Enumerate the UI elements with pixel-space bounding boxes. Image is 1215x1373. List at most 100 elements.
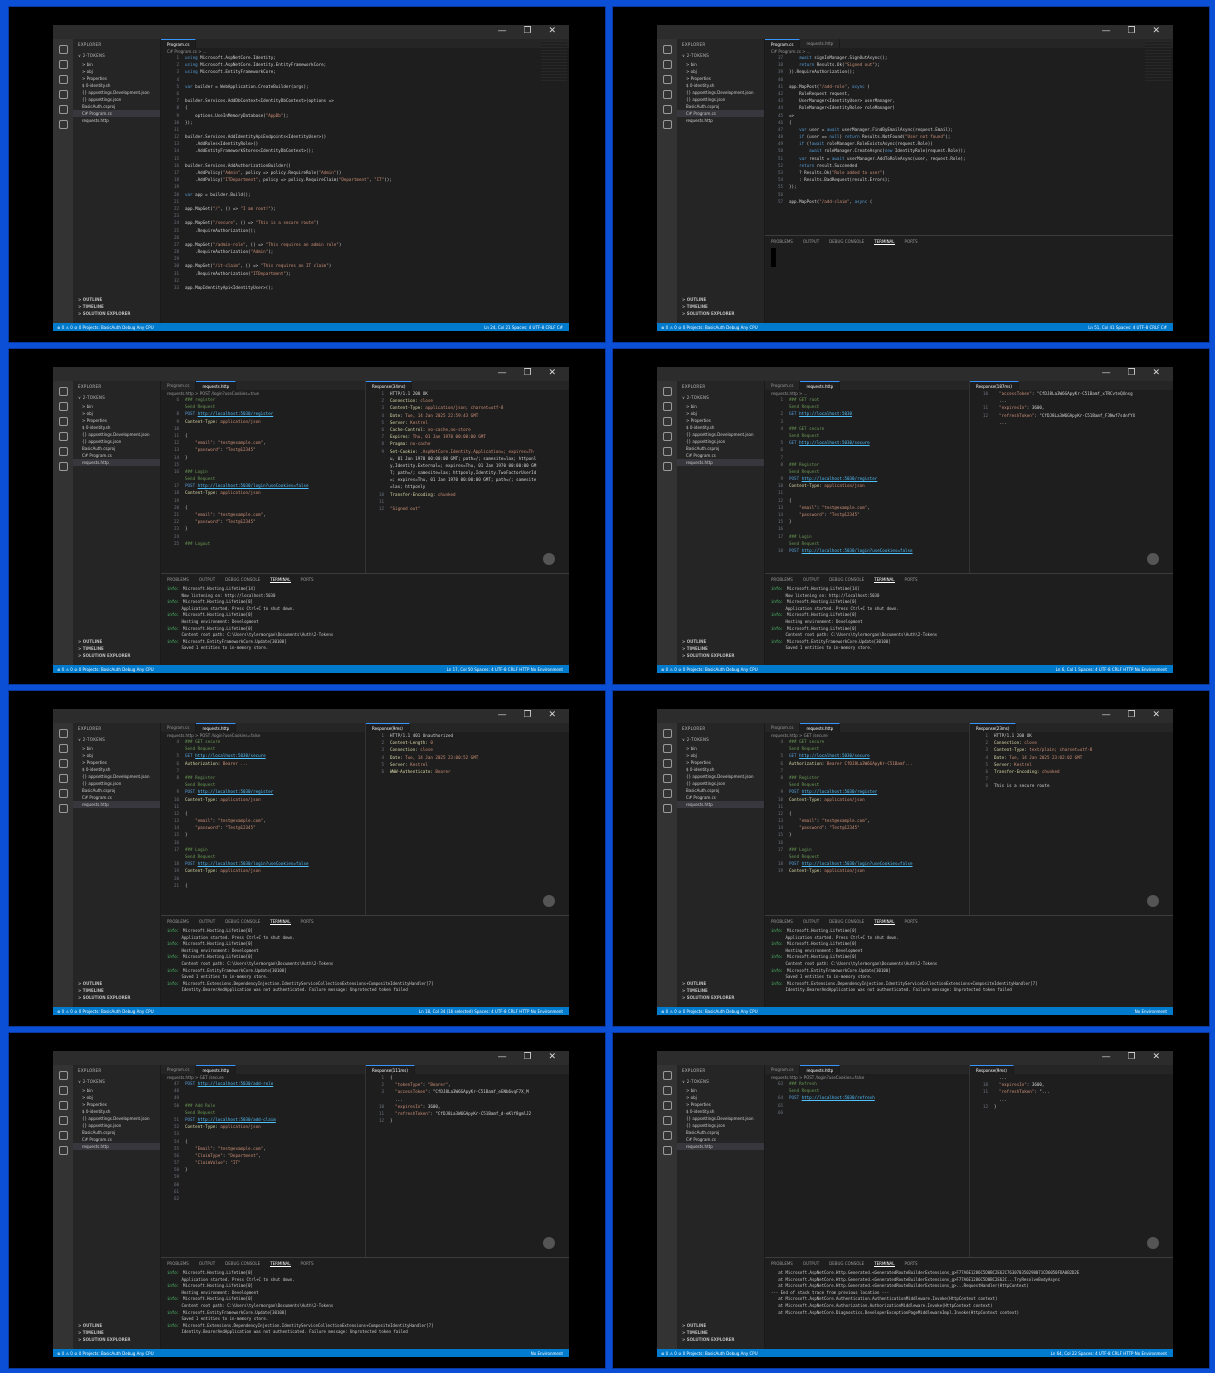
explorer-item[interactable]: $ 0-identity.sh (677, 424, 764, 431)
explorer-item[interactable]: {} appsettings.json (73, 780, 160, 787)
explorer-item[interactable]: {} appsettings.Development.json (73, 431, 160, 438)
source-control-icon[interactable] (662, 75, 672, 84)
explorer-item[interactable]: > obj (677, 68, 764, 75)
explorer-item[interactable]: $ 0-identity.sh (73, 1108, 160, 1115)
sidebar-section[interactable]: > SOLUTION EXPLORER (73, 1336, 160, 1343)
editor-tab[interactable]: Response(34ms) (366, 381, 413, 390)
panel-tab[interactable]: PORTS (301, 919, 314, 925)
explorer-item[interactable]: > bin (73, 1087, 160, 1094)
editor-tab[interactable]: Program.cs (161, 1065, 197, 1074)
panel-tab[interactable]: PROBLEMS (771, 1261, 793, 1267)
status-right[interactable]: Ln 17, Col 50 Spaces: 4 UTF-8 CRLF HTTP … (447, 667, 563, 672)
explorer-item[interactable]: requests.http (677, 801, 764, 808)
source-control-icon[interactable] (662, 759, 672, 768)
extensions-icon[interactable] (662, 447, 672, 456)
source-control-icon[interactable] (58, 417, 68, 426)
explorer-item[interactable]: {} appsettings.Development.json (677, 89, 764, 96)
explorer-item[interactable]: $ 0-identity.sh (677, 1108, 764, 1115)
testing-icon[interactable] (58, 1146, 68, 1155)
testing-icon[interactable] (662, 120, 672, 129)
minimap[interactable] (541, 41, 567, 81)
explorer-item[interactable]: requests.http (677, 117, 764, 124)
explorer-item[interactable]: > obj (73, 68, 160, 75)
terminal[interactable]: info: Microsoft.Hosting.Lifetime[0] Appli… (161, 1270, 569, 1336)
explorer-item[interactable]: > Properties (73, 759, 160, 766)
explorer-item[interactable]: > Properties (73, 417, 160, 424)
explorer-item[interactable]: C# Program.cs (73, 794, 160, 801)
sidebar-section[interactable]: > TIMELINE (73, 987, 160, 994)
explorer-item[interactable]: requests.http (73, 801, 160, 808)
files-icon[interactable] (662, 387, 672, 396)
window-controls[interactable]: — ❐ ✕ (1102, 26, 1167, 36)
sidebar-section[interactable]: > OUTLINE (73, 638, 160, 645)
extensions-icon[interactable] (58, 447, 68, 456)
panel-tab[interactable]: PROBLEMS (167, 919, 189, 925)
scroll-top-button[interactable] (1147, 553, 1159, 565)
panel-tab[interactable]: DEBUG CONSOLE (225, 919, 260, 925)
run-debug-icon[interactable] (58, 90, 68, 99)
panel-tab[interactable]: PORTS (301, 1261, 314, 1267)
explorer-item[interactable]: BasicAuth.csproj (73, 445, 160, 452)
sidebar-section[interactable]: > TIMELINE (677, 645, 764, 652)
explorer-item[interactable]: {} appsettings.json (73, 96, 160, 103)
editor-tab[interactable]: requests.http (800, 39, 841, 48)
source-control-icon[interactable] (662, 417, 672, 426)
explorer-item[interactable]: {} appsettings.Development.json (677, 1115, 764, 1122)
panel-tab[interactable]: PORTS (905, 919, 918, 925)
extensions-icon[interactable] (662, 105, 672, 114)
explorer-item[interactable]: {} appsettings.Development.json (677, 773, 764, 780)
explorer-item[interactable]: {} appsettings.json (677, 1122, 764, 1129)
explorer-item[interactable]: C# Program.cs (73, 452, 160, 459)
scroll-top-button[interactable] (543, 1237, 555, 1249)
explorer-item[interactable]: > bin (677, 745, 764, 752)
explorer-item[interactable]: requests.http (73, 459, 160, 466)
explorer-item[interactable]: C# Program.cs (677, 452, 764, 459)
sidebar-section[interactable]: > SOLUTION EXPLORER (677, 1336, 764, 1343)
panel-tab[interactable]: PORTS (301, 577, 314, 583)
panel-tab[interactable]: OUTPUT (199, 919, 215, 925)
sidebar-section[interactable]: > SOLUTION EXPLORER (73, 310, 160, 317)
project-root[interactable]: ∨ 2-TOKENS (677, 50, 764, 61)
explorer-item[interactable]: $ 0-identity.sh (73, 82, 160, 89)
sidebar-section[interactable]: > TIMELINE (73, 303, 160, 310)
explorer-item[interactable]: {} appsettings.json (677, 96, 764, 103)
extensions-icon[interactable] (58, 105, 68, 114)
scroll-top-button[interactable] (1147, 1237, 1159, 1249)
explorer-item[interactable]: {} appsettings.json (677, 438, 764, 445)
terminal[interactable]: at Microsoft.AspNetCore.Http.Generated.<… (765, 1270, 1173, 1316)
explorer-item[interactable]: {} appsettings.Development.json (73, 773, 160, 780)
explorer-item[interactable]: > obj (677, 752, 764, 759)
status-right[interactable]: Ln 64, Col 22 Spaces: 4 UTF-8 CRLF HTTP … (1051, 1351, 1167, 1356)
explorer-item[interactable]: BasicAuth.csproj (677, 445, 764, 452)
explorer-item[interactable]: > obj (677, 410, 764, 417)
project-root[interactable]: ∨ 2-TOKENS (73, 734, 160, 745)
sidebar-section[interactable]: > OUTLINE (73, 980, 160, 987)
explorer-item[interactable]: {} appsettings.Development.json (677, 431, 764, 438)
editor-tab[interactable]: Program.cs (765, 39, 801, 48)
panel-tab[interactable]: PORTS (905, 1261, 918, 1267)
panel-tab[interactable]: TERMINAL (270, 919, 291, 925)
explorer-item[interactable]: > bin (73, 61, 160, 68)
panel-tab[interactable]: PROBLEMS (167, 577, 189, 583)
window-controls[interactable]: — ❐ ✕ (498, 1052, 563, 1062)
run-debug-icon[interactable] (662, 774, 672, 783)
status-right[interactable]: Ln 6, Col 1 Spaces: 4 UTF-8 CRLF HTTP No… (1056, 667, 1167, 672)
panel-tab[interactable]: TERMINAL (874, 239, 895, 245)
scroll-top-button[interactable] (543, 895, 555, 907)
panel-tab[interactable]: OUTPUT (803, 919, 819, 925)
panel-tab[interactable]: PORTS (905, 239, 918, 245)
explorer-item[interactable]: > bin (73, 745, 160, 752)
explorer-item[interactable]: requests.http (677, 1143, 764, 1150)
files-icon[interactable] (662, 1071, 672, 1080)
run-debug-icon[interactable] (58, 432, 68, 441)
editor-tab[interactable]: Program.cs (161, 39, 197, 48)
files-icon[interactable] (662, 45, 672, 54)
explorer-item[interactable]: C# Program.cs (73, 1136, 160, 1143)
sidebar-section[interactable]: > TIMELINE (677, 1329, 764, 1336)
status-left[interactable]: ⊗ 0 ⚠ 0 ⊘ 0 Projects: BasicAuth Debug An… (661, 667, 758, 672)
explorer-item[interactable]: $ 0-identity.sh (677, 82, 764, 89)
search-icon[interactable] (58, 744, 68, 753)
status-left[interactable]: ⊗ 0 ⚠ 0 ⊘ 0 Projects: BasicAuth Debug An… (661, 325, 758, 330)
files-icon[interactable] (662, 729, 672, 738)
project-root[interactable]: ∨ 2-TOKENS (677, 1076, 764, 1087)
